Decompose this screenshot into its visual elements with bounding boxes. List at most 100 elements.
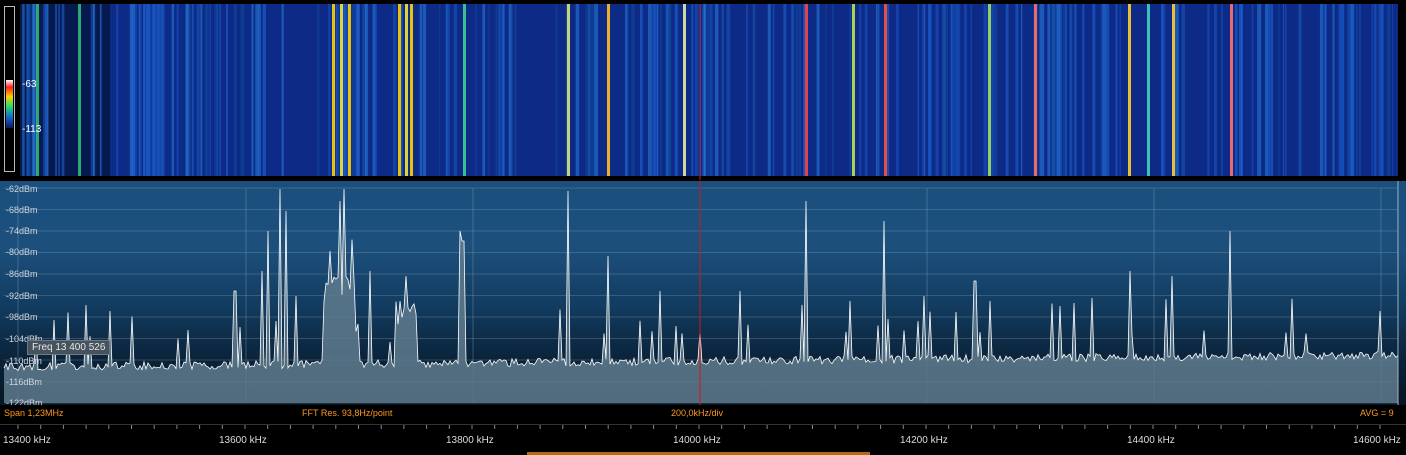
average-readout: AVG = 9 bbox=[1360, 408, 1394, 418]
axis-label: 14400 kHz bbox=[1127, 435, 1175, 446]
waterfall-band bbox=[1181, 4, 1185, 178]
waterfall-band bbox=[209, 4, 211, 178]
waterfall-band bbox=[205, 4, 209, 178]
waterfall-signal bbox=[852, 4, 855, 178]
span-readout: Span 1,23MHz bbox=[4, 408, 64, 418]
waterfall-band bbox=[362, 4, 365, 178]
frequency-axis[interactable]: 13400 kHz 13600 kHz 13800 kHz 14000 kHz … bbox=[0, 424, 1406, 455]
waterfall-band bbox=[116, 4, 119, 178]
waterfall-band bbox=[1069, 4, 1073, 178]
waterfall-band bbox=[226, 4, 229, 178]
waterfall-divider bbox=[20, 176, 1398, 180]
info-bar: Span 1,23MHz FFT Res. 93,8Hz/point 200,0… bbox=[0, 405, 1406, 421]
waterfall-signal bbox=[1128, 4, 1131, 178]
waterfall-band bbox=[1282, 4, 1285, 178]
waterfall-band bbox=[200, 4, 203, 178]
db-label: -110dBm bbox=[6, 356, 42, 366]
waterfall-band bbox=[714, 4, 719, 178]
waterfall-band bbox=[1213, 4, 1217, 178]
waterfall-band bbox=[1174, 4, 1179, 178]
waterfall-band bbox=[392, 4, 397, 178]
waterfall-band bbox=[859, 4, 862, 178]
waterfall-band bbox=[1047, 4, 1051, 178]
waterfall-band bbox=[1278, 4, 1280, 178]
waterfall-band bbox=[233, 4, 238, 178]
waterfall-band bbox=[706, 4, 711, 178]
waterfall-band bbox=[482, 4, 486, 178]
waterfall-band bbox=[1016, 4, 1019, 178]
waterfall-band bbox=[1339, 4, 1343, 178]
waterfall-band bbox=[423, 4, 427, 178]
waterfall-band bbox=[1104, 4, 1108, 178]
axis-label: 13400 kHz bbox=[3, 435, 51, 446]
waterfall-band bbox=[356, 4, 358, 178]
db-label: -62dBm bbox=[6, 184, 38, 194]
waterfall-band bbox=[1300, 4, 1302, 178]
waterfall-band bbox=[745, 4, 748, 178]
waterfall-band bbox=[364, 4, 367, 178]
waterfall-color-scale[interactable] bbox=[4, 6, 15, 172]
waterfall-band bbox=[1251, 4, 1254, 178]
waterfall-band bbox=[1039, 4, 1042, 178]
waterfall-band bbox=[214, 4, 217, 178]
waterfall-signal bbox=[410, 4, 413, 178]
waterfall-band bbox=[922, 4, 925, 178]
waterfall-band bbox=[1264, 4, 1269, 178]
waterfall-signal bbox=[1230, 4, 1233, 178]
waterfall-band bbox=[1059, 4, 1061, 178]
waterfall-band bbox=[1371, 4, 1374, 178]
waterfall-band bbox=[674, 4, 678, 178]
waterfall-band bbox=[697, 4, 699, 178]
db-label: -86dBm bbox=[6, 269, 38, 279]
waterfall-band bbox=[134, 4, 136, 178]
waterfall-band bbox=[864, 4, 868, 178]
waterfall-band bbox=[176, 4, 179, 178]
waterfall-band bbox=[439, 4, 441, 178]
waterfall-band bbox=[1207, 4, 1210, 178]
waterfall-signal bbox=[405, 4, 408, 178]
waterfall-band bbox=[694, 4, 698, 178]
spectrum-display[interactable]: -62dBm -68dBm -74dBm -80dBm -86dBm -92dB… bbox=[0, 181, 1406, 408]
waterfall-band bbox=[994, 4, 998, 178]
waterfall-band bbox=[653, 4, 658, 178]
waterfall-band bbox=[943, 4, 947, 178]
waterfall-band bbox=[703, 4, 707, 178]
waterfall-band bbox=[1270, 4, 1274, 178]
waterfall-band bbox=[146, 4, 149, 178]
waterfall-band bbox=[946, 4, 948, 178]
waterfall-band bbox=[138, 4, 141, 178]
waterfall-band bbox=[358, 4, 360, 178]
axis-label: 14600 kHz bbox=[1353, 435, 1401, 446]
waterfall-display[interactable]: -63 -113 bbox=[0, 0, 1406, 181]
waterfall-signal bbox=[398, 4, 401, 178]
waterfall-band bbox=[1350, 4, 1354, 178]
waterfall-band bbox=[475, 4, 477, 178]
waterfall-signal bbox=[1147, 4, 1150, 178]
waterfall-band bbox=[186, 4, 189, 178]
db-label: -116dBm bbox=[6, 377, 42, 387]
waterfall-band bbox=[970, 4, 972, 178]
waterfall-band bbox=[32, 4, 35, 178]
waterfall-band bbox=[497, 4, 502, 178]
waterfall-band bbox=[264, 4, 266, 178]
waterfall-band bbox=[631, 4, 635, 178]
waterfall-band bbox=[1359, 4, 1361, 178]
waterfall-band bbox=[825, 4, 827, 178]
waterfall-band bbox=[152, 4, 156, 178]
waterfall-band bbox=[1378, 4, 1381, 178]
waterfall-band bbox=[1235, 4, 1238, 178]
waterfall-band bbox=[502, 4, 505, 178]
waterfall-signal bbox=[36, 4, 39, 178]
waterfall-band bbox=[171, 4, 175, 178]
waterfall-band bbox=[92, 4, 96, 178]
waterfall-band bbox=[419, 4, 423, 178]
waterfall-band bbox=[1115, 4, 1118, 178]
waterfall-band bbox=[1065, 4, 1067, 178]
waterfall-signal bbox=[1172, 4, 1175, 178]
waterfall-band bbox=[1060, 4, 1062, 178]
waterfall-band bbox=[61, 4, 65, 178]
waterfall-band bbox=[803, 4, 806, 178]
waterfall-band bbox=[1057, 4, 1059, 178]
waterfall-band bbox=[588, 4, 590, 178]
waterfall-band bbox=[1100, 4, 1103, 178]
